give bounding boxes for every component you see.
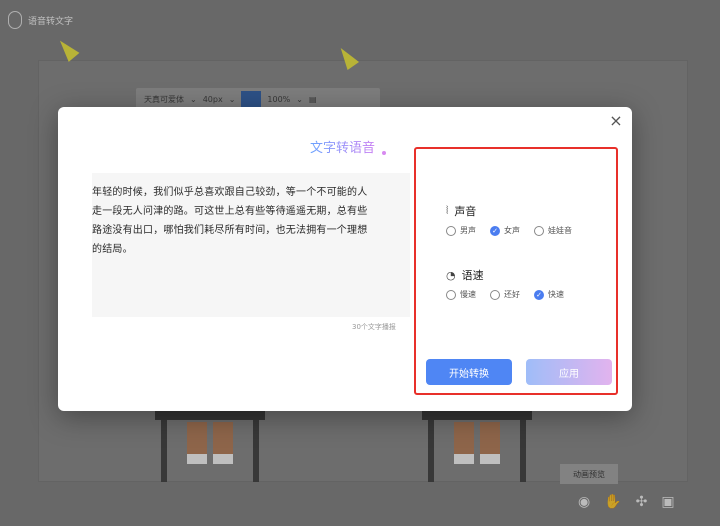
option-label: 还好 (504, 290, 520, 299)
speed-option-fast[interactable]: ✓ 快速 (534, 289, 564, 300)
start-convert-button[interactable]: 开始转换 (426, 359, 512, 385)
text-content: 年轻的时候，我们似乎总喜欢跟自己较劲，等一个不可能的人 走一段无人问津的路。可这… (92, 187, 368, 255)
speed-option-slow[interactable]: 慢速 (446, 289, 476, 300)
radio-icon (446, 225, 456, 236)
radio-icon (534, 225, 544, 236)
speed-option-normal[interactable]: 还好 (490, 289, 520, 300)
char-count: 30个文字播报 (352, 323, 396, 331)
check-icon: ✓ (534, 289, 544, 300)
option-label: 娃娃音 (548, 226, 572, 235)
close-icon[interactable]: × (608, 113, 624, 129)
speed-options: 慢速 还好 ✓ 快速 (446, 289, 564, 300)
option-label: 男声 (460, 226, 476, 235)
option-label: 快速 (548, 290, 564, 299)
voice-option-female[interactable]: ✓ 女声 (490, 225, 520, 236)
voice-option-male[interactable]: 男声 (446, 225, 476, 236)
title-dot (382, 151, 386, 155)
voice-options: 男声 ✓ 女声 娃娃音 (446, 225, 572, 236)
dialog-title: 文字转语音 (310, 137, 375, 156)
radio-icon (490, 289, 500, 300)
text-to-speech-dialog: × 文字转语音 年轻的时候，我们似乎总喜欢跟自己较劲，等一个不可能的人 走一段无… (58, 107, 632, 411)
option-label: 女声 (504, 226, 520, 235)
voice-option-baby[interactable]: 娃娃音 (534, 225, 572, 236)
voice-label: 声音 (454, 205, 477, 218)
speed-section-title: ◔ 语速 (446, 267, 484, 283)
speedometer-icon: ◔ (446, 268, 456, 282)
check-icon: ✓ (490, 225, 500, 236)
speed-label: 语速 (461, 269, 484, 282)
sound-wave-icon: ⦚ (446, 204, 449, 217)
text-input[interactable]: 年轻的时候，我们似乎总喜欢跟自己较劲，等一个不可能的人 走一段无人问津的路。可这… (92, 173, 410, 317)
settings-panel: ⦚ 声音 男声 ✓ 女声 娃娃音 ◔ 语速 慢速 还好 ✓ 快速 开始转换 应用 (414, 147, 618, 395)
apply-button[interactable]: 应用 (526, 359, 612, 385)
voice-section-title: ⦚ 声音 (446, 203, 476, 219)
option-label: 慢速 (460, 290, 476, 299)
radio-icon (446, 289, 456, 300)
